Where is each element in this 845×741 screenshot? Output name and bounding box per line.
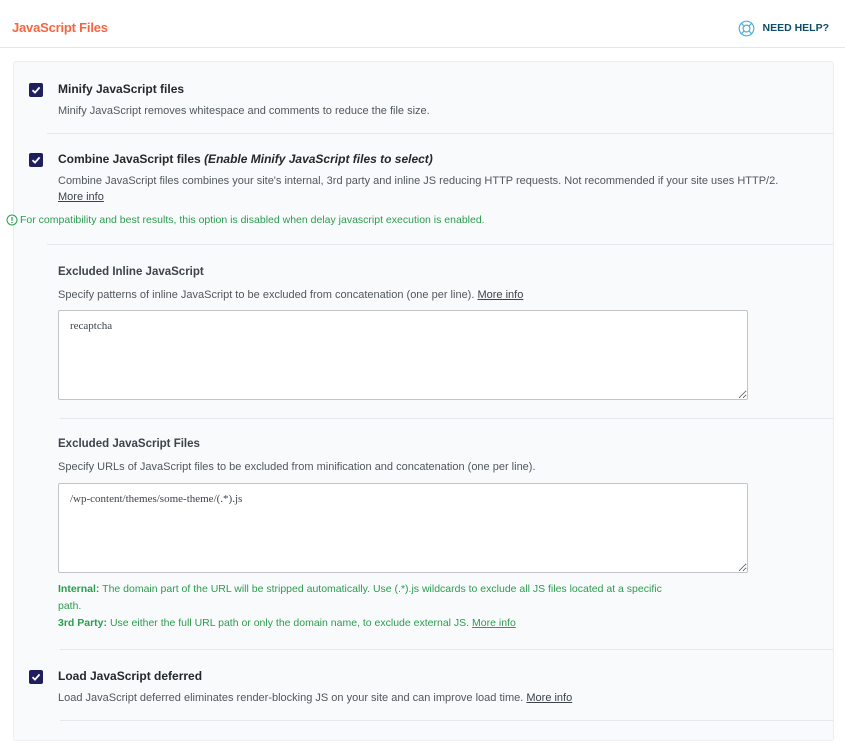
divider <box>60 720 833 721</box>
combine-js-more-info-link[interactable]: More info <box>58 191 104 203</box>
third-party-hint-text: Use either the full URL path or only the… <box>109 617 470 629</box>
combine-js-more-info-wrap: More info <box>58 189 104 205</box>
third-party-hint-more-info-link[interactable]: More info <box>472 617 516 629</box>
minify-js-description: Minify JavaScript removes whitespace and… <box>58 105 430 117</box>
combine-js-checkbox[interactable] <box>29 153 43 167</box>
minify-js-checkbox[interactable] <box>29 83 43 97</box>
combine-js-label-text: Combine JavaScript files <box>58 152 201 166</box>
divider <box>47 244 833 245</box>
need-help-button[interactable]: NEED HELP? <box>738 18 829 38</box>
lifebuoy-icon <box>739 20 755 36</box>
excluded-js-files-internal-hint-cont: path. <box>58 600 82 612</box>
excluded-js-files-internal-hint: Internal: The domain part of the URL wil… <box>58 581 662 598</box>
excluded-js-files-3rdparty-hint: 3rd Party: Use either the full URL path … <box>58 615 516 632</box>
combine-js-description: Combine JavaScript files combines your s… <box>58 175 779 187</box>
excluded-inline-js-textarea[interactable]: recaptcha <box>58 310 748 400</box>
defer-js-description-text: Load JavaScript deferred eliminates rend… <box>58 692 524 704</box>
minify-js-label: Minify JavaScript files <box>58 82 185 96</box>
combine-js-notice-text: For compatibility and best results, this… <box>20 214 485 226</box>
excluded-js-files-textarea[interactable]: /wp-content/themes/some-theme/(.*).js <box>58 483 748 573</box>
excluded-inline-js-label: Excluded Inline JavaScript <box>58 266 204 278</box>
defer-js-label: Load JavaScript deferred <box>58 669 203 683</box>
section-header: JavaScript Files NEED HELP? <box>0 0 845 48</box>
checkmark-icon <box>31 86 41 94</box>
internal-hint-text: The domain part of the URL will be strip… <box>102 583 662 595</box>
third-party-hint-label: 3rd Party: <box>58 617 108 629</box>
excluded-inline-js-more-info-link[interactable]: More info <box>477 289 523 301</box>
combine-js-label: Combine JavaScript files (Enable Minify … <box>58 152 433 166</box>
combine-js-notice: For compatibility and best results, this… <box>6 214 485 226</box>
need-help-label: NEED HELP? <box>762 22 829 34</box>
section-title: JavaScript Files <box>12 20 108 35</box>
excluded-js-files-description: Specify URLs of JavaScript files to be e… <box>58 461 536 473</box>
excluded-inline-js-description: Specify patterns of inline JavaScript to… <box>58 287 523 303</box>
defer-js-checkbox[interactable] <box>29 670 43 684</box>
excluded-js-files-label: Excluded JavaScript Files <box>58 438 200 450</box>
internal-hint-label: Internal: <box>58 583 100 595</box>
combine-js-label-note: (Enable Minify JavaScript files to selec… <box>204 152 433 166</box>
defer-js-more-info-link[interactable]: More info <box>526 692 572 704</box>
excluded-inline-js-description-text: Specify patterns of inline JavaScript to… <box>58 289 475 301</box>
settings-panel: Minify JavaScript files Minify JavaScrip… <box>6 61 834 741</box>
divider <box>60 649 833 650</box>
checkmark-icon <box>31 673 41 681</box>
defer-js-description: Load JavaScript deferred eliminates rend… <box>58 690 572 706</box>
divider <box>47 133 833 134</box>
info-circle-icon <box>6 214 18 226</box>
divider <box>60 418 833 419</box>
checkmark-icon <box>31 156 41 164</box>
